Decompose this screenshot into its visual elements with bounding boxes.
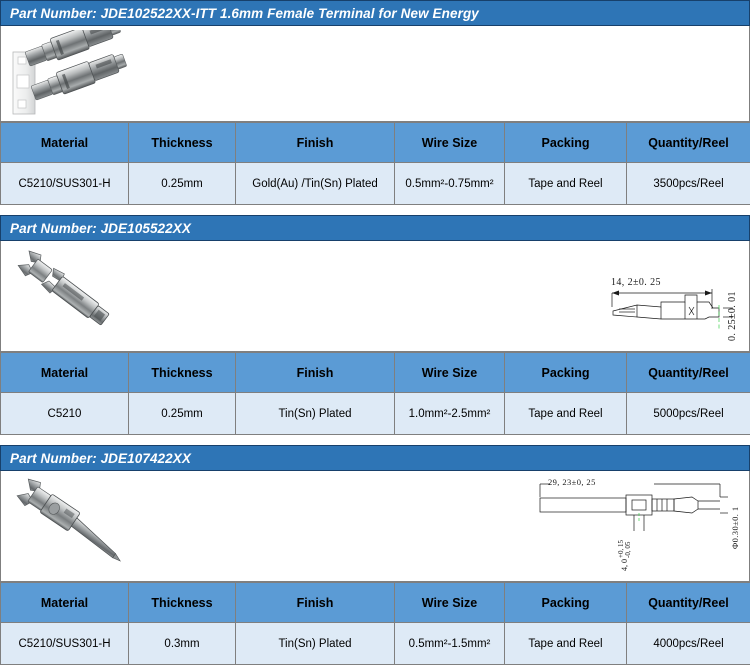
product-spec-sheet: Part Number: JDE102522XX-ITT 1.6mm Femal… [0,0,750,626]
part-number-text-1: Part Number: JDE102522XX-ITT 1.6mm Femal… [10,6,479,21]
terminal-outline-drawing-2 [601,245,747,349]
part-number-text-3: Part Number: JDE107422XX [10,451,191,466]
cell-finish: Tin(Sn) Plated [236,623,395,665]
product-photo-3 [9,477,169,582]
product-photo-1 [7,30,207,122]
part-number-banner-1: Part Number: JDE102522XX-ITT 1.6mm Femal… [0,0,750,26]
cell-wire-size: 1.0mm²-2.5mm² [395,393,505,435]
cell-wire-size: 0.5mm²-0.75mm² [395,163,505,205]
cell-thickness: 0.25mm [129,163,236,205]
dim-height-label-2: 0. 25±0. 01 [727,291,738,341]
column-header-packing: Packing [505,583,627,623]
cell-quantity-reel: 5000pcs/Reel [627,393,750,435]
terminal-body [16,248,113,330]
cell-material: C5210 [1,393,129,435]
column-header-thickness: Thickness [129,583,236,623]
dim-tolerance-label-3: 4, 0+0, 15-0, 05 [618,540,632,571]
column-header-wire-size: Wire Size [395,353,505,393]
female-terminal-photo-icon [9,247,169,347]
cell-quantity-reel: 4000pcs/Reel [627,623,750,665]
cell-thickness: 0.25mm [129,393,236,435]
column-header-material: Material [1,583,129,623]
column-header-quantity-reel: Quantity/Reel [627,583,750,623]
dim-diameter-label-3: Φ0.30±0. 1 [730,506,740,549]
tolerance-minus: -0, 05 [625,540,632,558]
dim-length-label-3: 29, 23±0, 25 [548,477,596,487]
cell-packing: Tape and Reel [505,393,627,435]
spec-header-row-3: Material Thickness Finish Wire Size Pack… [1,583,750,623]
column-header-wire-size: Wire Size [395,123,505,163]
technical-drawing-2: 14, 2±0. 25 0. 25±0. 01 [601,245,747,349]
cell-thickness: 0.3mm [129,623,236,665]
section-gap-2 [0,435,750,445]
pin-terminal-body [15,477,132,567]
part-number-banner-3: Part Number: JDE107422XX [0,445,750,471]
column-header-quantity-reel: Quantity/Reel [627,123,750,163]
column-header-thickness: Thickness [129,353,236,393]
technical-drawing-3: 29, 23±0, 25 Φ0.30±0. 1 4, 0+0, 15-0, 05 [506,473,746,579]
section-gap-1 [0,205,750,215]
spec-data-row-1: C5210/SUS301-H 0.25mm Gold(Au) /Tin(Sn) … [1,163,750,205]
column-header-finish: Finish [236,353,395,393]
terminal-pair-photo-icon [7,30,207,118]
cell-finish: Tin(Sn) Plated [236,393,395,435]
tolerance-nominal: 4, 0 [621,559,629,571]
spec-table-1: Material Thickness Finish Wire Size Pack… [0,122,750,205]
product-section-1: Part Number: JDE102522XX-ITT 1.6mm Femal… [0,0,750,205]
spec-table-3: Material Thickness Finish Wire Size Pack… [0,582,750,665]
column-header-finish: Finish [236,123,395,163]
column-header-material: Material [1,123,129,163]
cell-packing: Tape and Reel [505,623,627,665]
part-number-banner-2: Part Number: JDE105522XX [0,215,750,241]
product-section-2: Part Number: JDE105522XX [0,215,750,435]
column-header-packing: Packing [505,353,627,393]
dim-length-label-2: 14, 2±0. 25 [611,277,661,288]
cell-packing: Tape and Reel [505,163,627,205]
cell-finish: Gold(Au) /Tin(Sn) Plated [236,163,395,205]
product-visual-2: 14, 2±0. 25 0. 25±0. 01 [0,241,750,352]
cell-material: C5210/SUS301-H [1,163,129,205]
product-visual-3: 29, 23±0, 25 Φ0.30±0. 1 4, 0+0, 15-0, 05 [0,471,750,582]
spec-table-2: Material Thickness Finish Wire Size Pack… [0,352,750,435]
column-header-material: Material [1,353,129,393]
cell-quantity-reel: 3500pcs/Reel [627,163,750,205]
spec-header-row-1: Material Thickness Finish Wire Size Pack… [1,123,750,163]
part-number-text-2: Part Number: JDE105522XX [10,221,191,236]
column-header-finish: Finish [236,583,395,623]
spec-data-row-2: C5210 0.25mm Tin(Sn) Plated 1.0mm²-2.5mm… [1,393,750,435]
column-header-packing: Packing [505,123,627,163]
product-photo-2 [9,247,169,352]
column-header-wire-size: Wire Size [395,583,505,623]
male-pin-terminal-photo-icon [9,477,169,577]
column-header-quantity-reel: Quantity/Reel [627,353,750,393]
product-visual-1 [0,26,750,122]
spec-header-row-2: Material Thickness Finish Wire Size Pack… [1,353,750,393]
column-header-thickness: Thickness [129,123,236,163]
cell-wire-size: 0.5mm²-1.5mm² [395,623,505,665]
product-section-3: Part Number: JDE107422XX [0,445,750,665]
cell-material: C5210/SUS301-H [1,623,129,665]
spec-data-row-3: C5210/SUS301-H 0.3mm Tin(Sn) Plated 0.5m… [1,623,750,665]
